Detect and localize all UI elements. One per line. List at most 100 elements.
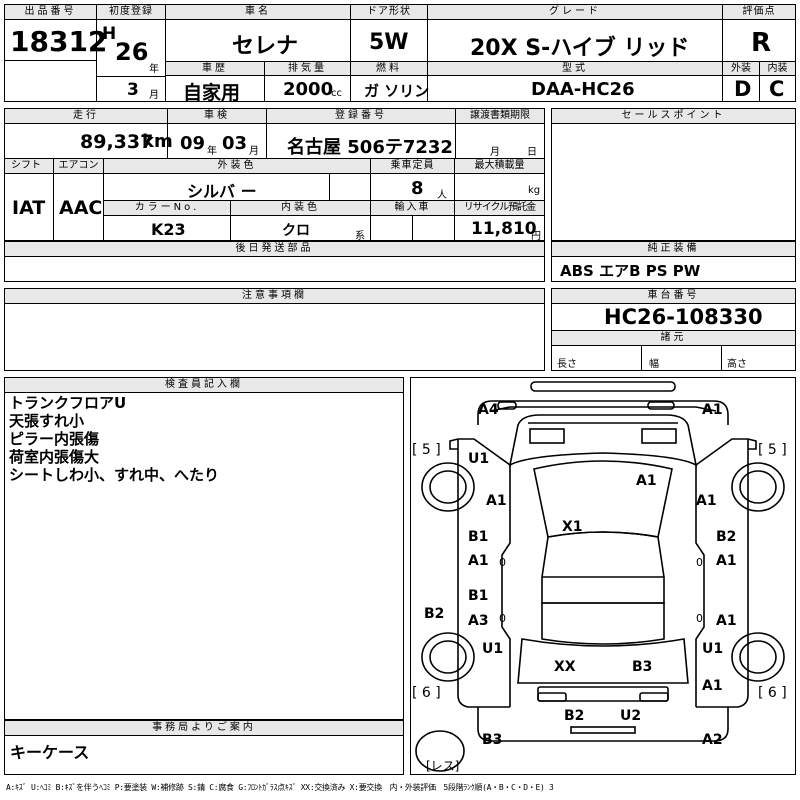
dims-width: 幅 (649, 359, 659, 370)
reg-divider (96, 76, 166, 77)
lot-no-blank (4, 60, 97, 102)
dims-cell (551, 345, 796, 371)
sales-header: セールスポイント (551, 108, 796, 124)
capacity: 8 (411, 178, 424, 199)
seat-mark: 0 (696, 612, 703, 625)
office-note: キーケース (10, 743, 90, 762)
shift: IAT (12, 197, 46, 219)
tire-depth-front-left: [ 5 ] (412, 442, 441, 458)
insp-year: 09 (180, 133, 206, 154)
damage-mark: B2 (716, 529, 736, 545)
history-header: 車歴 (165, 61, 265, 76)
reg-header: 初度登録 (96, 4, 166, 20)
notes-header: 注意事項欄 (4, 288, 545, 304)
score-header: 評価点 (722, 4, 796, 20)
grade: 20X S-ハイブ リッド (470, 36, 690, 61)
inspector-line: ピラー内張傷 (9, 430, 100, 448)
recycle: 11,810 (471, 219, 537, 239)
inspector-line: シートしわ小、すれ中、へたり (9, 466, 220, 484)
int-color: クロ (282, 223, 310, 239)
recycle-header: リサイクル預託金 (454, 200, 545, 216)
damage-mark: A2 (702, 732, 723, 748)
displacement-unit: cc (331, 88, 342, 99)
office-header: 事務局よりご案内 (4, 720, 404, 736)
name-header: 車名 (165, 4, 351, 20)
reg-year: 26 (115, 38, 149, 66)
seat-mark: 0 (499, 556, 506, 569)
seat-mark: 0 (696, 556, 703, 569)
damage-mark: A1 (486, 493, 507, 509)
inspector-lines: トランクフロアU 天張すれ小 ピラー内張傷 荷室内張傷大 シートしわ小、すれ中、… (9, 394, 219, 484)
ac-header: エアコン (53, 158, 104, 174)
model-header: 型式 (427, 61, 723, 76)
damage-mark: X1 (562, 519, 583, 535)
model: DAA-HC26 (531, 79, 635, 100)
lot-no: 18312 (10, 25, 108, 58)
car-name: セレナ (232, 34, 299, 59)
mileage-header: 走行 (4, 108, 168, 124)
legend-footer: A:ｷｽﾞ U:ﾍｺﾐ B:ｷｽﾞを伴うﾍｺﾐ P:要塗装 W:補修跡 S:錆 … (6, 783, 554, 792)
score: R (751, 28, 772, 58)
transfer-day: 日 (527, 147, 537, 158)
dims-height: 高さ (727, 359, 747, 370)
import-divider (412, 215, 413, 241)
fuel: ガ ソリン (364, 82, 430, 100)
damage-mark: B3 (632, 659, 652, 675)
damage-mark: B1 (468, 588, 488, 604)
chassis-no: HC26-108330 (604, 305, 763, 329)
door-type: 5W (369, 30, 409, 55)
damage-mark: B2 (424, 606, 444, 622)
damage-mark: B1 (468, 529, 488, 545)
color-no-header: カラーNo. (103, 200, 231, 216)
ext-color-header: 外装色 (103, 158, 371, 174)
int-score: C (769, 77, 785, 101)
grade-header: グレード (427, 4, 723, 20)
reg-month-unit: 月 (149, 90, 159, 101)
capacity-header: 乗車定員 (370, 158, 455, 174)
recycle-unit: 円 (531, 231, 541, 242)
damage-mark: U1 (482, 641, 503, 657)
insp-year-unit: 年 (207, 146, 217, 157)
notes-cell (4, 303, 545, 371)
reg-year-unit: 年 (149, 64, 159, 75)
parts-cell (4, 256, 545, 282)
int-color-header: 内装色 (230, 200, 371, 216)
spare-tire-label: [レス] (426, 759, 459, 773)
fuel-header: 燃料 (350, 61, 428, 76)
sales-cell (551, 123, 796, 241)
inspector-line: トランクフロアU (9, 394, 127, 412)
displacement: 2000 (283, 79, 334, 100)
equipment-header: 純正装備 (551, 241, 796, 257)
displacement-header: 排気量 (264, 61, 351, 76)
ext-score-header: 外装 (722, 61, 760, 76)
dims-length: 長さ (557, 359, 577, 370)
int-color-unit: 系 (355, 231, 365, 242)
import-header: 輸入車 (370, 200, 455, 216)
damage-mark: B3 (482, 732, 502, 748)
inspector-line: 天張すれ小 (9, 412, 85, 430)
damage-mark: A1 (716, 613, 737, 629)
parts-header: 後日発送部品 (4, 241, 545, 257)
inspector-header: 検査員記入欄 (4, 377, 404, 393)
reg-no-header: 登録番号 (266, 108, 456, 124)
insp-month: 03 (222, 133, 248, 154)
chassis-header: 車台番号 (551, 288, 796, 304)
damage-mark: U2 (620, 708, 641, 724)
ext-color-divider (329, 173, 330, 201)
damage-mark: U1 (468, 451, 489, 467)
damage-mark: A1 (716, 553, 737, 569)
tire-depth-rear-left: [ 6 ] (412, 685, 441, 701)
dims-header: 諸元 (551, 330, 796, 346)
color-no: K23 (151, 220, 186, 239)
equipment: ABS エアB PS PW (560, 262, 701, 280)
int-score-header: 内装 (759, 61, 796, 76)
damage-mark: A4 (478, 402, 499, 418)
shift-header: シフト (4, 158, 54, 174)
inspection-header: 車検 (167, 108, 267, 124)
history: 自家用 (183, 82, 241, 104)
damage-mark: U1 (702, 641, 723, 657)
inspector-line: 荷室内張傷大 (9, 448, 100, 466)
load-header: 最大積載量 (454, 158, 545, 174)
damage-mark: A1 (636, 473, 657, 489)
ac: AAC (59, 197, 103, 219)
